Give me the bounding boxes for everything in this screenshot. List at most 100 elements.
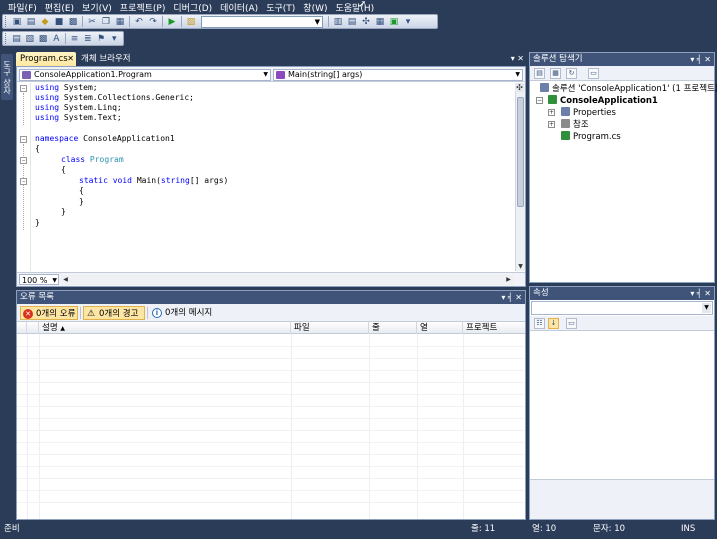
status-ready: 준비	[4, 524, 20, 534]
column-header-project[interactable]: 프로젝트	[463, 322, 525, 334]
find-icon[interactable]: ▨	[185, 16, 197, 28]
tab-object-browser[interactable]: 개체 브라우저	[77, 52, 147, 66]
scroll-left-icon[interactable]: ◀	[61, 275, 70, 285]
alphabetical-icon[interactable]: ↓	[548, 318, 559, 329]
panel-controls[interactable]: ▾ ╡ ✕	[690, 53, 711, 66]
scroll-right-icon[interactable]: ▶	[504, 275, 513, 285]
object-browser-icon[interactable]: ✣	[360, 16, 372, 28]
new-project-icon[interactable]: ▣	[11, 16, 23, 28]
menu-debug[interactable]: 디버그(D)	[169, 1, 216, 14]
zoom-combo[interactable]: 100 % ▼	[19, 274, 59, 285]
collapse-icon[interactable]: −	[20, 157, 27, 164]
code-line: }	[35, 218, 40, 227]
display-object-member-list-icon[interactable]: ▤	[11, 33, 22, 45]
copy-icon[interactable]: ❐	[100, 16, 112, 28]
expand-icon[interactable]: +	[548, 109, 555, 116]
status-bar: 준비 줄: 11 열: 10 문자: 10 INS	[0, 520, 717, 539]
column-header-column[interactable]: 열	[417, 322, 463, 334]
grid-line	[17, 370, 525, 371]
column-header-line[interactable]: 줄	[369, 322, 417, 334]
view-code-icon[interactable]: ▭	[588, 68, 599, 79]
toolbar-options-icon[interactable]: ▾	[402, 16, 414, 28]
error-list-rows[interactable]	[17, 334, 525, 519]
tree-node-references[interactable]: 참조	[561, 119, 589, 130]
expand-icon[interactable]: +	[548, 121, 555, 128]
complete-word-icon[interactable]: A	[51, 33, 62, 45]
errors-filter-button[interactable]: ✕ 0개의 오류	[20, 306, 78, 320]
categorized-icon[interactable]: ☷	[534, 318, 545, 329]
toolbar-grip[interactable]	[5, 33, 8, 44]
menu-project[interactable]: 프로젝트(P)	[116, 1, 170, 14]
solution-config-combo[interactable]: ▼	[201, 15, 323, 28]
collapse-icon[interactable]: −	[20, 85, 27, 92]
toolbar-grip[interactable]	[5, 16, 8, 27]
refresh-icon[interactable]: ↻	[566, 68, 577, 79]
open-file-icon[interactable]: ◆	[39, 16, 51, 28]
code-editor: ConsoleApplication1.Program ▼ Main(strin…	[16, 66, 526, 287]
property-grid[interactable]	[530, 332, 714, 477]
cut-icon[interactable]: ✂	[86, 16, 98, 28]
collapse-icon[interactable]: −	[536, 97, 543, 104]
column-header-description[interactable]: 설명 ▲	[39, 322, 291, 334]
split-window-icon[interactable]: ✣	[515, 83, 524, 92]
toolbar-options-icon[interactable]: ▾	[109, 33, 120, 45]
property-pages-icon[interactable]: ▭	[566, 318, 577, 329]
tree-node-program-cs[interactable]: Program.cs	[561, 131, 621, 142]
parameter-info-icon[interactable]: ▧	[24, 33, 35, 45]
menu-view[interactable]: 보기(V)	[78, 1, 116, 14]
start-debug-icon[interactable]: ▶	[166, 16, 178, 28]
toolbox-tab[interactable]: 도구 상자	[1, 54, 13, 100]
column-header-file[interactable]: 파일	[291, 322, 369, 334]
comment-lines-icon[interactable]: ≡	[69, 33, 80, 45]
column-header-order[interactable]	[27, 322, 39, 334]
start-page-icon[interactable]: ▣	[388, 16, 400, 28]
menu-data[interactable]: 데이터(A)	[216, 1, 262, 14]
tree-node-properties[interactable]: Properties	[561, 107, 616, 118]
properties-title-bar[interactable]: 속성 ▾ ╡ ✕	[530, 287, 714, 300]
code-area[interactable]: − − − − using System; using System.Colle…	[17, 83, 514, 271]
paste-icon[interactable]: ▦	[114, 16, 126, 28]
menu-edit[interactable]: 편집(E)	[41, 1, 78, 14]
quick-info-icon[interactable]: ▩	[37, 33, 48, 45]
member-combo[interactable]: Main(string[] args) ▼	[273, 69, 523, 81]
class-combo[interactable]: ConsoleApplication1.Program ▼	[19, 69, 271, 81]
uncomment-lines-icon[interactable]: ≣	[82, 33, 93, 45]
tree-node-solution[interactable]: 솔루션 'ConsoleApplication1' (1 프로젝트)	[540, 83, 717, 94]
column-header-icon[interactable]	[17, 322, 27, 334]
document-window-controls[interactable]: ▾ ✕	[511, 52, 524, 66]
redo-icon[interactable]: ↷	[147, 16, 159, 28]
close-icon[interactable]: ✕	[67, 52, 74, 66]
undo-icon[interactable]: ↶	[133, 16, 145, 28]
menu-tools[interactable]: 도구(T)	[262, 1, 299, 14]
warnings-filter-button[interactable]: ⚠ 0개의 경고	[83, 306, 145, 320]
panel-controls[interactable]: ▾ ╡ ✕	[690, 287, 711, 300]
collapse-icon[interactable]: −	[20, 136, 27, 143]
collapse-icon[interactable]: −	[20, 178, 27, 185]
toolbox-icon[interactable]: ▦	[374, 16, 386, 28]
messages-filter-button[interactable]: i 0개의 메시지	[150, 306, 222, 320]
show-all-files-icon[interactable]: ▦	[550, 68, 561, 79]
tree-node-project[interactable]: ConsoleApplication1	[548, 95, 658, 106]
object-selector-combo[interactable]: ▼	[531, 301, 713, 315]
add-item-icon[interactable]: ▤	[25, 16, 37, 28]
vertical-scrollbar[interactable]: ▲ ▼	[515, 83, 525, 271]
tab-program-cs[interactable]: Program.cs ✕	[16, 52, 76, 66]
grid-line	[463, 334, 464, 519]
solution-explorer-title-bar[interactable]: 솔루션 탐색기 ▾ ╡ ✕	[530, 53, 714, 66]
menu-window[interactable]: 창(W)	[299, 1, 331, 14]
tree-node-label: ConsoleApplication1	[560, 96, 658, 106]
warnings-count: 0개의 경고	[99, 309, 139, 319]
scroll-thumb[interactable]	[517, 97, 524, 207]
bookmark-icon[interactable]: ⚑	[95, 33, 106, 45]
panel-controls[interactable]: ▾ ╡ ✕	[501, 291, 522, 304]
error-list-title-bar[interactable]: 오류 목록 ▾ ╡ ✕	[17, 291, 525, 304]
save-all-icon[interactable]: ▩	[67, 16, 79, 28]
save-icon[interactable]: ■	[53, 16, 65, 28]
solution-explorer-icon[interactable]: ▥	[332, 16, 344, 28]
scroll-down-icon[interactable]: ▼	[516, 262, 525, 271]
horizontal-scrollbar[interactable]: ◀ ▶	[61, 275, 513, 285]
properties-window-icon[interactable]: ▤	[346, 16, 358, 28]
menu-help[interactable]: 도움말(H)	[332, 1, 379, 14]
properties-icon[interactable]: ▤	[534, 68, 545, 79]
menu-file[interactable]: 파일(F)	[4, 1, 41, 14]
